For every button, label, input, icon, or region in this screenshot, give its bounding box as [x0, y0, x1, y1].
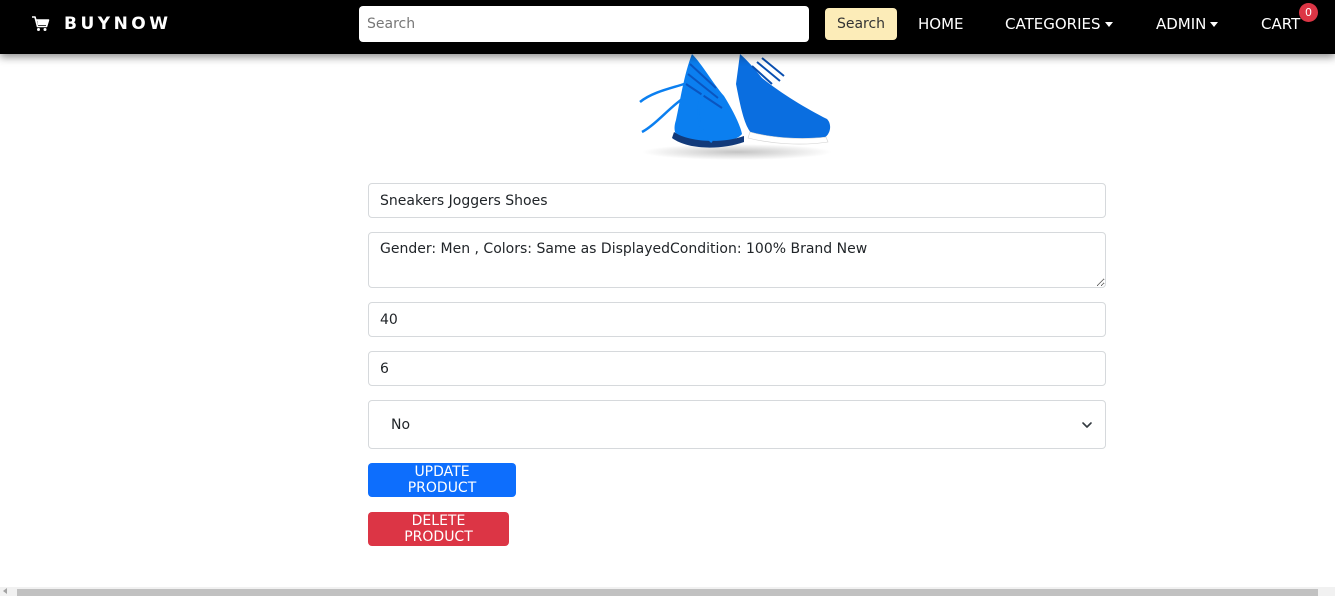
shipping-select-value: No	[391, 417, 411, 433]
navbar: BUYNOW Search HOME CATEGORIES ADMIN CART…	[0, 0, 1335, 54]
shipping-select[interactable]: No	[368, 400, 1106, 449]
nav-cart-label: CART	[1261, 15, 1301, 33]
nav-categories-dropdown[interactable]: CATEGORIES	[1005, 15, 1113, 33]
product-quantity-input[interactable]	[368, 351, 1106, 386]
product-price-input[interactable]	[368, 302, 1106, 337]
nav-admin-dropdown[interactable]: ADMIN	[1156, 15, 1219, 33]
caret-down-icon	[1104, 21, 1113, 27]
horizontal-scrollbar[interactable]	[0, 587, 1335, 596]
delete-product-button[interactable]: DELETE PRODUCT	[368, 512, 509, 546]
update-product-button[interactable]: UPDATE PRODUCT	[368, 463, 516, 497]
search-input[interactable]	[359, 6, 809, 42]
caret-down-icon	[1210, 21, 1219, 27]
nav-cart[interactable]: CART	[1261, 15, 1300, 33]
nav-categories-label: CATEGORIES	[1005, 15, 1101, 33]
product-name-input[interactable]	[368, 183, 1106, 218]
chevron-down-icon	[1082, 422, 1092, 428]
sneakers-image	[639, 54, 832, 160]
scrollbar-thumb[interactable]	[17, 589, 1318, 596]
scroll-left-arrow-icon[interactable]	[3, 588, 7, 594]
search-button[interactable]: Search	[825, 8, 897, 40]
cart-icon	[32, 16, 50, 31]
product-description-textarea[interactable]: Gender: Men , Colors: Same as DisplayedC…	[368, 232, 1106, 288]
cart-count-badge: 0	[1299, 3, 1318, 22]
brand-name: BUYNOW	[64, 14, 172, 34]
nav-admin-label: ADMIN	[1156, 15, 1207, 33]
nav-home[interactable]: HOME	[918, 15, 964, 33]
brand-link[interactable]: BUYNOW	[31, 14, 172, 34]
nav-home-label: HOME	[918, 15, 964, 33]
